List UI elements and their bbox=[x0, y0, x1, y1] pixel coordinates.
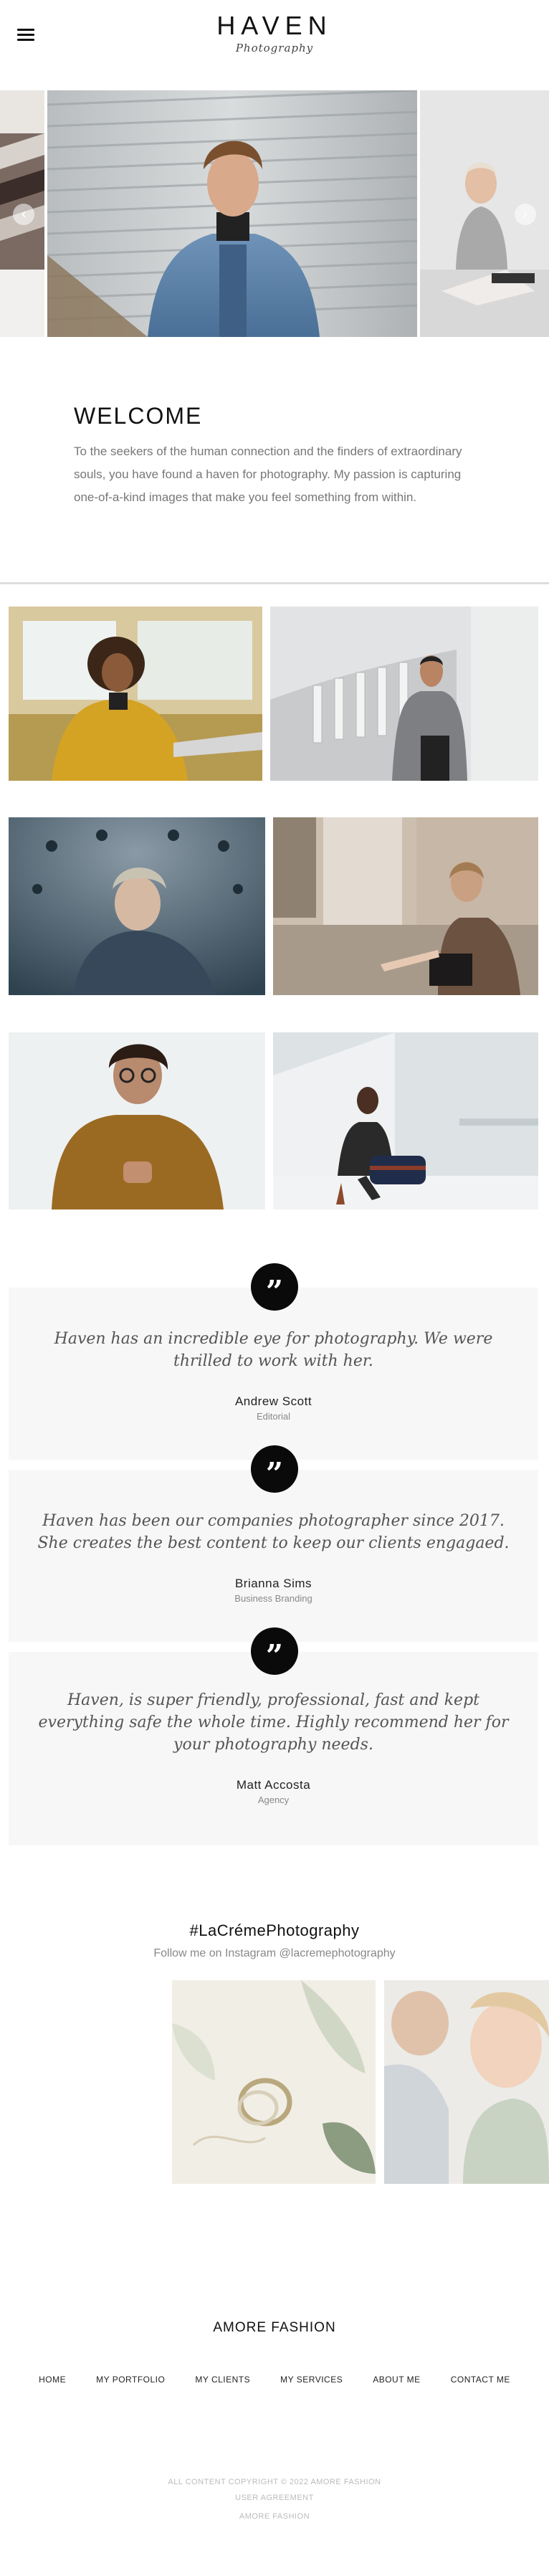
testimonial-author: Andrew Scott bbox=[234, 1394, 312, 1408]
slide-current-image bbox=[47, 90, 417, 337]
gallery-image[interactable] bbox=[9, 1032, 265, 1209]
logo-subtitle: Photography bbox=[235, 42, 314, 54]
testimonial-card: Haven, is super friendly, professional, … bbox=[9, 1652, 538, 1845]
chevron-right-icon[interactable]: › bbox=[515, 204, 536, 225]
chevron-left-icon[interactable]: ‹ bbox=[13, 204, 34, 225]
copyright-text: ALL CONTENT COPYRIGHT © 2022 AMORE FASHI… bbox=[168, 2478, 381, 2486]
footer-link-contact[interactable]: CONTACT ME bbox=[451, 2375, 510, 2385]
instagram-image[interactable] bbox=[384, 1980, 549, 2184]
footer-credit: AMORE FASHION bbox=[239, 2512, 310, 2521]
quote-icon: ” bbox=[251, 1263, 298, 1311]
footer-link-portfolio[interactable]: MY PORTFOLIO bbox=[96, 2375, 165, 2385]
welcome-body: To the seekers of the human connection a… bbox=[74, 445, 462, 504]
instagram-image[interactable] bbox=[172, 1980, 376, 2184]
site-logo[interactable]: HAVEN Photography bbox=[0, 11, 549, 56]
footer-nav: HOME MY PORTFOLIO MY CLIENTS MY SERVICES… bbox=[0, 2375, 549, 2385]
gallery-image[interactable] bbox=[273, 1032, 538, 1209]
page: HAVEN Photography ‹ › WELCOME To the see… bbox=[0, 0, 549, 2576]
gallery-image[interactable] bbox=[270, 607, 538, 781]
gallery-image[interactable] bbox=[9, 607, 262, 781]
testimonial-role: Agency bbox=[257, 1795, 290, 1805]
testimonial-author: Brianna Sims bbox=[234, 1577, 312, 1590]
footer-link-home[interactable]: HOME bbox=[39, 2375, 66, 2385]
quote-icon: ” bbox=[251, 1627, 298, 1675]
welcome-title: WELCOME bbox=[74, 403, 203, 429]
user-agreement-link[interactable]: USER AGREEMENT bbox=[0, 2494, 549, 2502]
hero-slider[interactable]: ‹ › bbox=[0, 90, 549, 337]
footer-link-services[interactable]: MY SERVICES bbox=[280, 2375, 343, 2385]
testimonial-role: Business Branding bbox=[234, 1593, 312, 1604]
instagram-follow-text[interactable]: Follow me on Instagram @lacremephotograp… bbox=[0, 1947, 549, 1960]
testimonial-quote: Haven, is super friendly, professional, … bbox=[38, 1691, 509, 1754]
footer-brand[interactable]: AMORE FASHION bbox=[0, 2320, 549, 2336]
testimonial-card: Haven has been our companies photographe… bbox=[9, 1470, 538, 1642]
instagram-hashtag[interactable]: #LaCrémePhotography bbox=[0, 1921, 549, 1940]
gallery-image[interactable] bbox=[273, 817, 538, 995]
testimonial-quote: Haven has been our companies photographe… bbox=[37, 1512, 510, 1552]
welcome-section: WELCOME To the seekers of the human conn… bbox=[74, 401, 475, 509]
footer-link-clients[interactable]: MY CLIENTS bbox=[195, 2375, 250, 2385]
slide-current[interactable] bbox=[47, 90, 417, 337]
site-header: HAVEN Photography bbox=[0, 0, 549, 90]
footer-link-about[interactable]: ABOUT ME bbox=[373, 2375, 420, 2385]
testimonial-author: Matt Accosta bbox=[236, 1778, 311, 1792]
testimonial-quote: Haven has an incredible eye for photogra… bbox=[54, 1330, 493, 1370]
quote-icon: ” bbox=[251, 1445, 298, 1493]
gallery-image[interactable] bbox=[9, 817, 265, 995]
testimonial-card: Haven has an incredible eye for photogra… bbox=[9, 1288, 538, 1460]
testimonial-role: Editorial bbox=[257, 1411, 290, 1422]
section-divider bbox=[0, 582, 549, 584]
logo-wordmark: HAVEN bbox=[216, 11, 333, 40]
